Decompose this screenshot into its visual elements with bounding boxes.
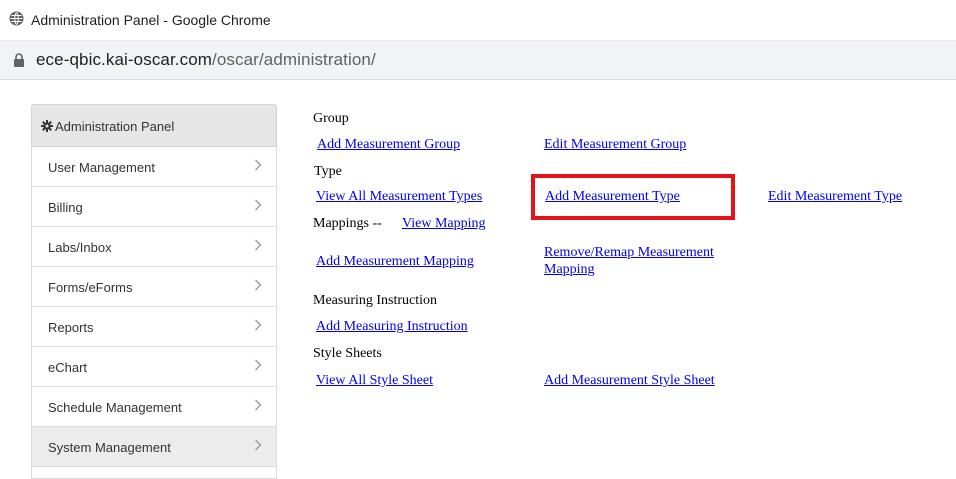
- chevron-right-icon: [255, 359, 262, 371]
- highlight-annotation-box: [531, 174, 735, 220]
- chevron-right-icon: [255, 239, 262, 251]
- url-text[interactable]: ece-qbic.kai-oscar.com/oscar/administrat…: [36, 50, 376, 70]
- mappings-heading: Mappings --: [313, 216, 382, 231]
- chevron-right-icon: [255, 159, 262, 171]
- view-all-measurement-types-link[interactable]: View All Measurement Types: [316, 189, 482, 205]
- view-mapping-link[interactable]: View Mapping: [402, 216, 486, 232]
- chevron-right-icon: [255, 319, 262, 331]
- chevron-right-icon: [255, 279, 262, 291]
- sidebar-item-label: Schedule Management: [48, 400, 182, 415]
- add-measurement-mapping-link[interactable]: Add Measurement Mapping: [316, 254, 474, 270]
- sidebar-item-reports[interactable]: Reports: [31, 307, 277, 347]
- globe-icon: [9, 11, 24, 26]
- gear-icon: [41, 120, 53, 132]
- remove-remap-line-2: Mapping: [544, 262, 595, 277]
- style-sheets-heading: Style Sheets: [313, 346, 382, 361]
- sidebar-item-echart[interactable]: eChart: [31, 347, 277, 387]
- sidebar-item-labs-inbox[interactable]: Labs/Inbox: [31, 227, 277, 267]
- remove-remap-measurement-mapping-link[interactable]: Remove/Remap Measurement: [544, 245, 714, 261]
- chevron-right-icon: [255, 439, 262, 451]
- edit-measurement-type-link[interactable]: Edit Measurement Type: [768, 189, 902, 205]
- add-measuring-instruction-link[interactable]: Add Measuring Instruction: [316, 319, 468, 335]
- sidebar-item-label: User Management: [48, 160, 155, 175]
- add-measurement-style-sheet-link[interactable]: Add Measurement Style Sheet: [544, 373, 715, 389]
- sidebar-item-user-management[interactable]: User Management: [31, 147, 277, 187]
- chevron-right-icon: [255, 199, 262, 211]
- chevron-right-icon: [255, 399, 262, 411]
- view-all-style-sheet-link[interactable]: View All Style Sheet: [316, 373, 433, 389]
- sidebar-item-label: Reports: [48, 320, 94, 335]
- url-path: /oscar/administration/: [212, 50, 376, 69]
- sidebar-item-partial: [31, 467, 277, 479]
- sidebar-item-label: Labs/Inbox: [48, 240, 112, 255]
- lock-icon[interactable]: [13, 53, 25, 67]
- browser-title-bar: Administration Panel - Google Chrome: [0, 0, 956, 40]
- window-title: Administration Panel - Google Chrome: [31, 12, 271, 28]
- sidebar-item-schedule-management[interactable]: Schedule Management: [31, 387, 277, 427]
- sidebar-item-label: eChart: [48, 360, 88, 375]
- sidebar-item-label: Forms/eForms: [48, 280, 133, 295]
- sidebar-item-billing[interactable]: Billing: [31, 187, 277, 227]
- remove-remap-line-1: Remove/Remap Measurement: [544, 245, 714, 260]
- measuring-instruction-heading: Measuring Instruction: [313, 293, 438, 308]
- url-host: ece-qbic.kai-oscar.com: [36, 50, 213, 69]
- sidebar-header-label: Administration Panel: [55, 119, 175, 134]
- sidebar-item-label: Billing: [48, 200, 83, 215]
- remove-remap-measurement-mapping-link-continued[interactable]: Mapping: [544, 262, 595, 278]
- type-heading: Type: [314, 164, 342, 179]
- admin-sidebar: Administration Panel User Management Bil…: [31, 104, 277, 479]
- add-measurement-group-link[interactable]: Add Measurement Group: [317, 137, 460, 153]
- sidebar-item-label: System Management: [48, 440, 171, 455]
- sidebar-header: Administration Panel: [31, 104, 277, 147]
- group-heading: Group: [313, 111, 349, 126]
- edit-measurement-group-link[interactable]: Edit Measurement Group: [544, 137, 686, 153]
- sidebar-item-system-management[interactable]: System Management: [31, 427, 277, 467]
- sidebar-item-forms-eforms[interactable]: Forms/eForms: [31, 267, 277, 307]
- address-bar[interactable]: ece-qbic.kai-oscar.com/oscar/administrat…: [0, 40, 956, 80]
